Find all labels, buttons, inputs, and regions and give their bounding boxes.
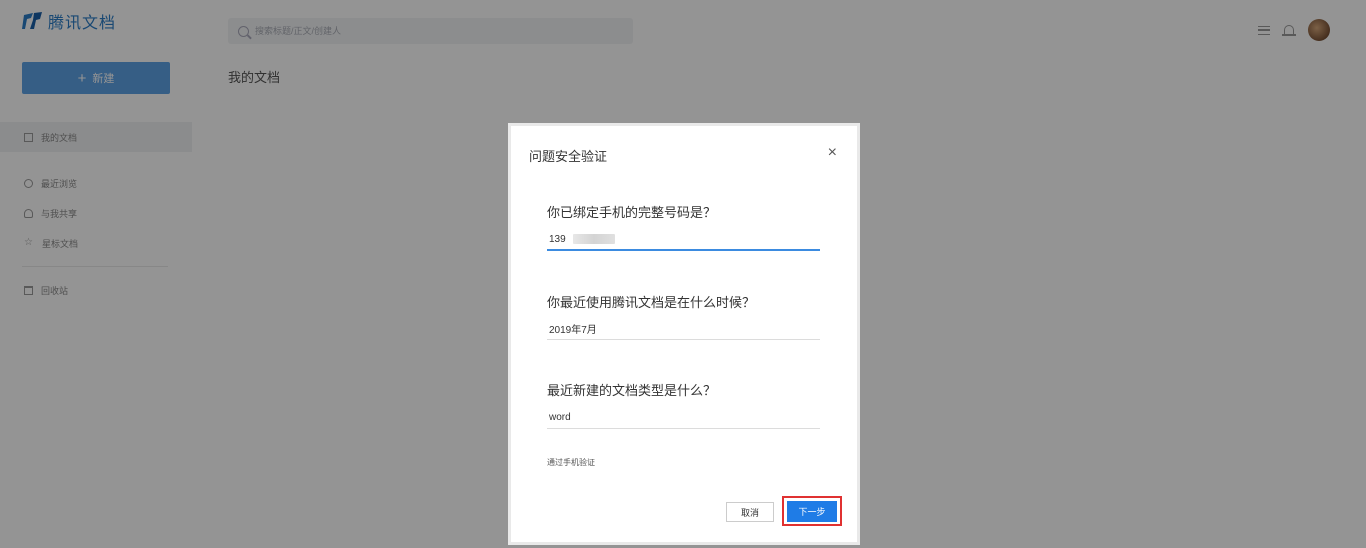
next-button-highlight: 下一步 — [782, 496, 842, 526]
cancel-button[interactable]: 取消 — [726, 502, 774, 522]
last-use-answer-input[interactable] — [547, 318, 820, 340]
question-last-use-label: 你最近使用腾讯文档是在什么时候？ — [547, 295, 756, 310]
dialog-title: 问题安全验证 — [529, 149, 608, 164]
question-phone-label: 你已绑定手机的完整号码是？ — [547, 205, 717, 220]
close-icon[interactable]: × — [828, 145, 837, 161]
security-verification-dialog: 问题安全验证 × 你已绑定手机的完整号码是？ 你最近使用腾讯文档是在什么时候？ … — [508, 123, 860, 545]
question-doc-type-label: 最近新建的文档类型是什么？ — [547, 383, 717, 398]
doc-type-answer-input[interactable] — [547, 407, 820, 429]
verify-by-phone-link[interactable]: 通过手机验证 — [547, 457, 595, 468]
next-button[interactable]: 下一步 — [787, 500, 837, 522]
redacted-phone-digits — [573, 234, 615, 244]
